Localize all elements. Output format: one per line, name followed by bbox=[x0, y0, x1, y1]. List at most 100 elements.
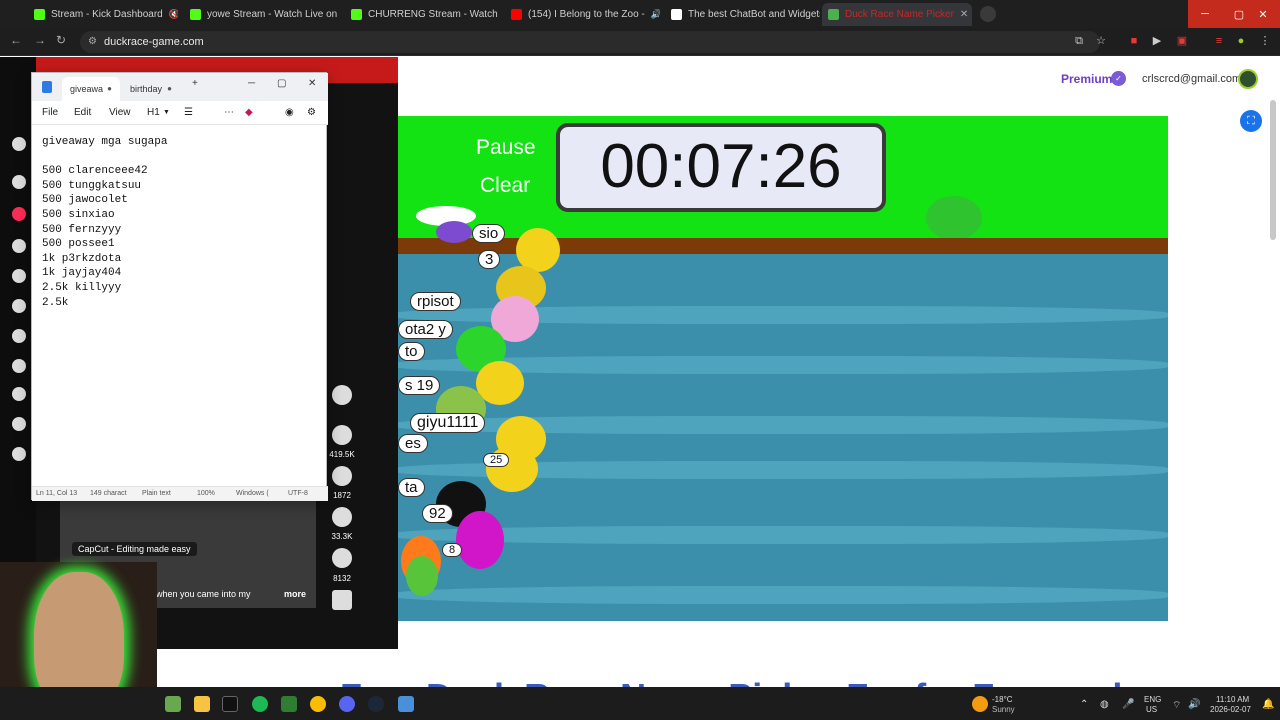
notepad-tab-birthday[interactable]: birthday ● bbox=[122, 77, 180, 101]
site-info-icon[interactable]: ⚙ bbox=[88, 31, 97, 53]
chevron-down-icon[interactable]: ▼ bbox=[163, 109, 170, 116]
zoom-level: 100% bbox=[197, 490, 215, 497]
explore-icon[interactable] bbox=[12, 239, 26, 253]
capcut-tag[interactable]: CapCut - Editing made easy bbox=[72, 542, 197, 556]
kick-icon bbox=[351, 9, 362, 20]
following-icon[interactable] bbox=[12, 269, 26, 283]
browser-tab-youtube[interactable]: (154) I Belong to the Zoo - 🔊 ✕ bbox=[505, 3, 660, 26]
kick-icon bbox=[190, 9, 201, 20]
microphone-icon[interactable]: 🎤 bbox=[1122, 699, 1134, 710]
wifi-icon[interactable]: ⌔ bbox=[1172, 699, 1181, 712]
tiktok-icon[interactable] bbox=[222, 696, 238, 712]
speaker-icon[interactable]: 🔊 bbox=[651, 9, 660, 20]
live-icon[interactable] bbox=[12, 329, 26, 343]
back-icon[interactable]: ← bbox=[10, 33, 22, 47]
minimize-button[interactable]: ─ bbox=[1188, 0, 1222, 28]
app-icon[interactable] bbox=[165, 696, 181, 712]
new-tab-icon[interactable]: + bbox=[192, 78, 198, 89]
duck-name-label: sio bbox=[472, 224, 506, 243]
volume-icon[interactable]: 🔊 bbox=[1188, 699, 1200, 710]
user-email[interactable]: crlscrcd@gmail.com bbox=[1142, 73, 1241, 85]
heading-dropdown[interactable]: H1 bbox=[147, 107, 160, 118]
copilot-icon[interactable]: ◆ bbox=[245, 107, 253, 118]
menu-icon[interactable]: ⋮ bbox=[1256, 32, 1274, 50]
unsaved-dot-icon: ● bbox=[167, 84, 172, 93]
tab-label: The best ChatBot and Widgets bbox=[688, 9, 820, 20]
chrome-icon[interactable] bbox=[310, 696, 326, 712]
reload-icon[interactable]: ↻ bbox=[56, 33, 66, 47]
close-icon[interactable]: ✕ bbox=[308, 78, 316, 89]
list-icon[interactable]: ☰ bbox=[184, 107, 193, 118]
weather-temp[interactable]: -18°C bbox=[992, 695, 1013, 704]
cursor-position: Ln 11, Col 13 bbox=[36, 490, 78, 497]
pause-button[interactable]: Pause bbox=[476, 136, 536, 160]
close-window-button[interactable]: ✕ bbox=[1246, 0, 1280, 28]
maximize-icon[interactable]: ▢ bbox=[277, 78, 286, 89]
tiktok-logo-icon[interactable] bbox=[12, 137, 26, 151]
mute-icon[interactable]: 🔇 bbox=[169, 9, 178, 20]
record-icon[interactable]: ▣ bbox=[1173, 32, 1191, 50]
bookmark-icon[interactable] bbox=[332, 507, 352, 527]
activity-icon[interactable] bbox=[12, 387, 26, 401]
settings-icon[interactable]: ⚙ bbox=[307, 107, 316, 118]
more-link[interactable]: more bbox=[284, 589, 306, 599]
music-disc-icon[interactable] bbox=[332, 590, 352, 610]
avatar[interactable] bbox=[1238, 69, 1258, 89]
more-icon[interactable]: ⋯ bbox=[224, 107, 234, 118]
tab-label: (154) I Belong to the Zoo - bbox=[528, 9, 645, 20]
clock-date: 2026-02-07 bbox=[1210, 705, 1251, 714]
clear-button[interactable]: Clear bbox=[480, 174, 530, 198]
url-field[interactable]: ⚙ duckrace-game.com bbox=[80, 31, 1100, 53]
browser-tab-duck-race[interactable]: Duck Race Name Picker ✕ bbox=[822, 3, 972, 26]
discord-icon[interactable] bbox=[339, 696, 355, 712]
weather-desc: Sunny bbox=[992, 705, 1015, 714]
tab-label: yowe Stream - Watch Live on Kick bbox=[207, 9, 339, 20]
notification-icon[interactable]: 🔔 bbox=[1262, 699, 1274, 710]
bookmark-star-icon[interactable]: ☆ bbox=[1092, 32, 1110, 50]
profile-icon[interactable]: ● bbox=[1232, 32, 1250, 50]
forward-icon[interactable]: → bbox=[34, 33, 46, 47]
extension-icon[interactable]: ≡ bbox=[1210, 32, 1228, 50]
language[interactable]: ENG bbox=[1144, 695, 1161, 704]
like-icon[interactable] bbox=[332, 425, 352, 445]
close-icon[interactable]: ✕ bbox=[954, 9, 968, 20]
install-icon[interactable]: ⧉ bbox=[1070, 32, 1088, 50]
browser-tab-kick-dashboard[interactable]: Stream - Kick Dashboard 🔇 ✕ bbox=[28, 3, 178, 26]
menu-file[interactable]: File bbox=[42, 107, 58, 118]
play-icon[interactable]: ▶ bbox=[1148, 32, 1166, 50]
home-icon[interactable] bbox=[12, 207, 26, 221]
spotify-icon[interactable] bbox=[252, 696, 268, 712]
comment-icon[interactable] bbox=[332, 466, 352, 486]
menu-view[interactable]: View bbox=[109, 107, 131, 118]
share-icon[interactable] bbox=[332, 548, 352, 568]
friends-icon[interactable] bbox=[12, 299, 26, 313]
steam-icon[interactable] bbox=[368, 696, 384, 712]
creator-avatar[interactable] bbox=[332, 385, 352, 405]
browser-tab-churreng-stream[interactable]: CHURRENG Stream - Watch Live ✕ bbox=[345, 3, 500, 26]
notepad-icon[interactable] bbox=[398, 696, 414, 712]
notepad-tab-giveaway[interactable]: giveawa ● bbox=[62, 77, 120, 101]
extension-icon[interactable]: ■ bbox=[1125, 32, 1143, 50]
search-icon[interactable] bbox=[12, 175, 26, 189]
notepad-text-area[interactable]: giveaway mga sugapa 500 clarenceee42 500… bbox=[42, 135, 322, 310]
fullscreen-button[interactable]: ⛶ bbox=[1240, 110, 1262, 132]
file-explorer-icon[interactable] bbox=[194, 696, 210, 712]
premium-link[interactable]: Premium bbox=[1061, 72, 1112, 86]
page-scrollbar[interactable] bbox=[1270, 100, 1276, 240]
upload-icon[interactable] bbox=[12, 417, 26, 431]
account-icon[interactable]: ◉ bbox=[285, 107, 294, 118]
weather-sun-icon[interactable] bbox=[972, 696, 988, 712]
new-tab-button[interactable] bbox=[980, 6, 996, 22]
more-icon[interactable] bbox=[12, 447, 26, 461]
minimize-icon[interactable]: ─ bbox=[248, 78, 255, 89]
menu-edit[interactable]: Edit bbox=[74, 107, 91, 118]
app-icon[interactable] bbox=[281, 696, 297, 712]
clock-time[interactable]: 11:10 AM bbox=[1216, 695, 1249, 704]
browser-tab-chatbot[interactable]: The best ChatBot and Widgets ✕ bbox=[665, 3, 820, 26]
browser-tab-yowe-stream[interactable]: yowe Stream - Watch Live on Kick 🔊 ✕ bbox=[184, 3, 339, 26]
unsaved-dot-icon: ● bbox=[107, 84, 112, 93]
network-icon[interactable]: ◍ bbox=[1100, 699, 1109, 710]
messages-icon[interactable] bbox=[12, 359, 26, 373]
duck-name-label: es bbox=[398, 434, 428, 453]
chevron-up-icon[interactable]: ⌃ bbox=[1080, 699, 1088, 710]
